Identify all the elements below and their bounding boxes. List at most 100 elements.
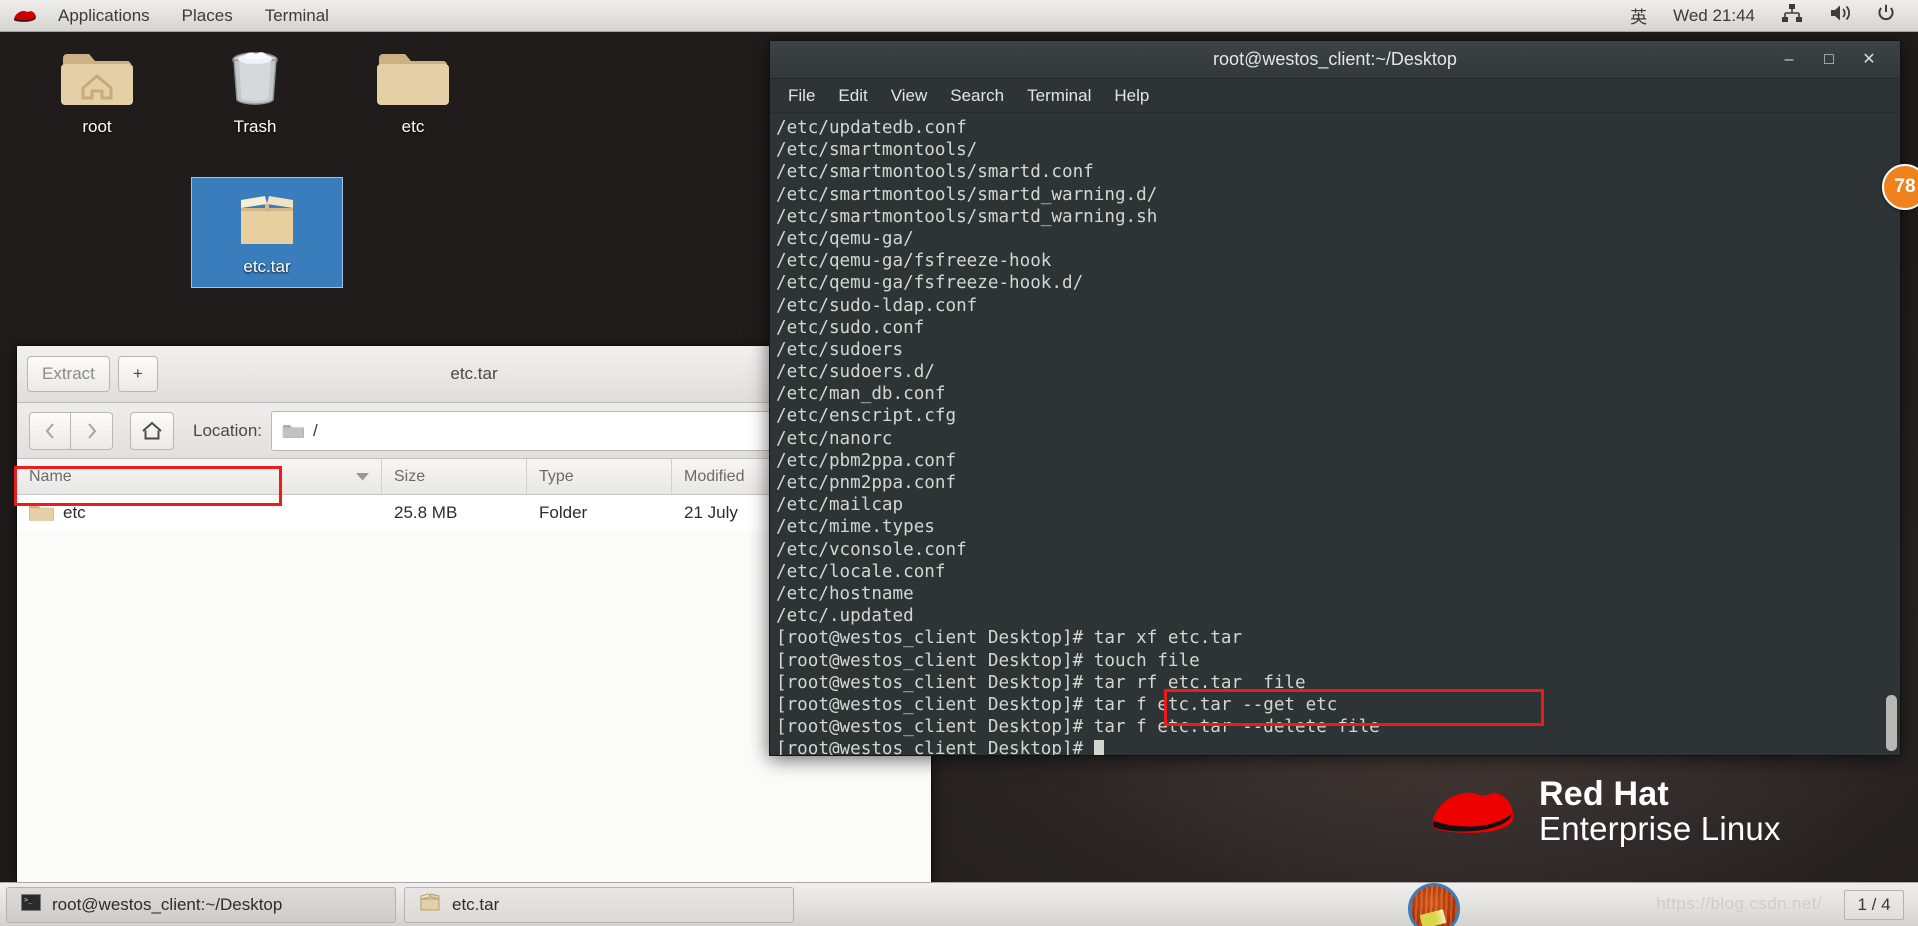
terminal-line: /etc/qemu-ga/fsfreeze-hook: [776, 251, 1052, 272]
terminal-line: /etc/smartmontools/smartd_warning.d/: [776, 184, 1158, 205]
location-value: /: [313, 420, 318, 440]
terminal-line: /etc/qemu-ga/: [776, 228, 914, 249]
close-button[interactable]: ✕: [1862, 51, 1876, 68]
menu-places[interactable]: Places: [166, 2, 249, 30]
desktop-icon-root[interactable]: root: [22, 46, 172, 137]
input-method-indicator[interactable]: 英: [1617, 0, 1660, 32]
highlight-box-file-list: [14, 466, 282, 506]
redhat-logo-icon: [12, 7, 38, 25]
redhat-line1: Red Hat: [1539, 775, 1669, 813]
terminal-line: /etc/pnm2ppa.conf: [776, 473, 957, 493]
cell-type: Folder: [539, 503, 588, 522]
workspace-indicator[interactable]: 1 / 4: [1844, 889, 1904, 920]
cell-text: etc: [63, 503, 86, 522]
terminal-line: /etc/.updated: [776, 606, 914, 627]
taskbar-item-archive[interactable]: etc.tar: [404, 886, 794, 923]
extract-button[interactable]: Extract: [27, 356, 110, 392]
terminal-line: /etc/qemu-ga/fsfreeze-hook.d/: [776, 273, 1084, 294]
taskbar-item-label: root@westos_client:~/Desktop: [52, 894, 283, 914]
desktop-icon-label: etc.tar: [243, 257, 291, 276]
redhat-branding: Red Hat Enterprise Linux: [1425, 777, 1781, 845]
terminal-title-bar[interactable]: root@westos_client:~/Desktop – □ ✕: [770, 41, 1900, 79]
menu-terminal[interactable]: Terminal: [249, 2, 345, 30]
watermark: https://blog.csdn.net/: [1656, 894, 1822, 913]
terminal-line: /etc/locale.conf: [776, 561, 946, 582]
home-icon[interactable]: [130, 411, 174, 450]
nav-forward-button[interactable]: [71, 411, 113, 450]
terminal-line: /etc/enscript.cfg: [776, 406, 957, 427]
cell-name: etc: [17, 503, 382, 523]
terminal-line: [root@westos_client Desktop]# touch file: [776, 650, 1200, 671]
taskbar-item-label: etc.tar: [452, 894, 500, 914]
terminal-title: root@westos_client:~/Desktop: [1213, 49, 1457, 69]
folder-icon: [375, 46, 451, 112]
terminal-text: /etc/updatedb.conf/etc/smartmontools//et…: [774, 117, 1900, 755]
highlight-box-delete-command: [1164, 689, 1544, 726]
volume-icon[interactable]: [1816, 0, 1864, 31]
terminal-window: root@westos_client:~/Desktop – □ ✕ File …: [769, 40, 1901, 756]
folder-icon: [29, 505, 54, 521]
folder-icon: [282, 425, 304, 438]
clock[interactable]: Wed 21:44: [1660, 2, 1768, 30]
desktop-icon-etc-tar[interactable]: etc.tar: [191, 177, 343, 288]
minimize-button[interactable]: –: [1782, 51, 1796, 68]
terminal-line: /etc/nanorc: [776, 428, 893, 449]
taskbar-item-terminal[interactable]: >_ root@westos_client:~/Desktop: [6, 886, 396, 923]
cell-size: 25.8 MB: [394, 503, 458, 522]
terminal-line: /etc/vconsole.conf: [776, 539, 967, 560]
top-panel: Applications Places Terminal 英 Wed 21:44: [0, 0, 1918, 32]
column-header-type[interactable]: Type: [527, 459, 672, 494]
terminal-line: /etc/mime.types: [776, 517, 935, 538]
terminal-menu-bar: File Edit View Search Terminal Help: [770, 79, 1900, 113]
terminal-line: /etc/mailcap: [776, 495, 904, 516]
menu-search[interactable]: Search: [950, 86, 1004, 106]
terminal-line: [root@westos_client Desktop]# tar xf etc…: [776, 628, 1243, 649]
terminal-scrollbar[interactable]: [1886, 695, 1897, 751]
column-label: Size: [394, 467, 426, 485]
desktop-icon-etc[interactable]: etc: [338, 46, 488, 137]
power-icon[interactable]: [1864, 0, 1908, 31]
menu-help[interactable]: Help: [1114, 86, 1149, 106]
menu-view[interactable]: View: [891, 86, 928, 106]
user-avatar-icon[interactable]: [1408, 883, 1460, 926]
archive-icon: [419, 893, 441, 916]
menu-terminal[interactable]: Terminal: [1027, 86, 1091, 106]
add-files-button[interactable]: +: [117, 356, 158, 392]
terminal-line: /etc/man_db.conf: [776, 384, 946, 405]
column-header-size[interactable]: Size: [382, 459, 527, 494]
terminal-line: /etc/smartmontools/: [776, 140, 978, 161]
terminal-line: /etc/smartmontools/smartd_warning.sh: [776, 206, 1158, 227]
desktop-icon-label: etc: [401, 117, 425, 136]
terminal-line: /etc/updatedb.conf: [776, 118, 967, 138]
menu-file[interactable]: File: [788, 86, 815, 106]
home-folder-icon: [59, 46, 135, 112]
sort-descending-icon: [356, 468, 369, 486]
terminal-line: /etc/sudo-ldap.conf: [776, 295, 978, 316]
terminal-output-area[interactable]: /etc/updatedb.conf/etc/smartmontools//et…: [770, 113, 1900, 755]
network-icon[interactable]: [1768, 0, 1816, 31]
desktop-icon-trash[interactable]: Trash: [180, 46, 330, 137]
menu-edit[interactable]: Edit: [838, 86, 867, 106]
terminal-line: /etc/smartmontools/smartd.conf: [776, 162, 1094, 183]
redhat-line2: Enterprise Linux: [1539, 809, 1781, 847]
menu-applications[interactable]: Applications: [42, 2, 166, 30]
archive-box-icon: [229, 186, 305, 252]
terminal-line: /etc/sudo.conf: [776, 317, 925, 338]
taskbar: >_ root@westos_client:~/Desktop etc.tar …: [0, 882, 1918, 926]
column-label: Modified: [684, 467, 745, 485]
maximize-button[interactable]: □: [1822, 51, 1836, 68]
terminal-cursor: [1093, 740, 1104, 755]
desktop-icon-label: root: [82, 117, 112, 136]
redhat-hat-icon: [1425, 782, 1521, 840]
terminal-icon: >_: [21, 893, 41, 916]
desktop-screen: Red Hat Enterprise Linux root Trash etc …: [0, 0, 1918, 926]
column-label: Type: [539, 467, 574, 485]
terminal-line: /etc/hostname: [776, 583, 914, 604]
trash-icon: [217, 46, 293, 112]
desktop-icon-label: Trash: [233, 117, 277, 136]
terminal-line: /etc/sudoers: [776, 339, 904, 360]
terminal-line: /etc/sudoers.d/: [776, 362, 935, 383]
location-label: Location:: [193, 420, 262, 440]
svg-text:>_: >_: [24, 896, 33, 904]
nav-back-button[interactable]: [29, 411, 71, 450]
